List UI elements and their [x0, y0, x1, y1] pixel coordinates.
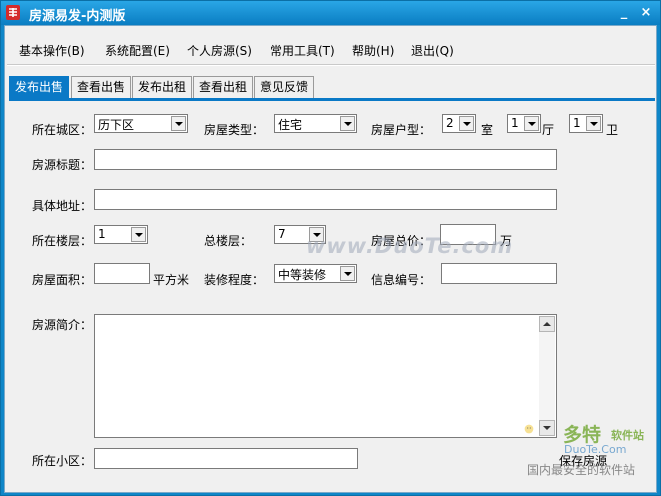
bath-select[interactable]: 1 — [569, 114, 603, 133]
tab-underline — [9, 98, 655, 101]
district-label: 所在城区： — [32, 123, 93, 137]
floor-select[interactable]: 1 — [94, 225, 148, 244]
decoration-value: 中等装修 — [278, 268, 327, 282]
menu-exit[interactable]: 退出(Q) — [411, 42, 454, 59]
hall-select[interactable]: 1 — [507, 114, 541, 133]
info-number-label: 信息编号： — [371, 273, 432, 287]
property-type-label: 房屋类型： — [204, 123, 265, 137]
chevron-down-icon[interactable] — [340, 116, 355, 131]
total-floor-label: 总楼层： — [204, 234, 253, 248]
info-number-input[interactable] — [441, 263, 557, 284]
property-type-value: 住宅 — [278, 118, 303, 132]
chevron-down-icon[interactable] — [586, 116, 601, 131]
chevron-down-icon[interactable] — [524, 116, 539, 131]
intro-textarea[interactable] — [94, 314, 557, 438]
room-value: 2 — [446, 116, 454, 130]
hall-value: 1 — [511, 116, 519, 130]
layout-label: 房屋户型： — [371, 123, 432, 137]
tab-view-sale[interactable]: 查看出售 — [71, 76, 131, 98]
duote-watermark: www.DuoTe.com — [306, 234, 514, 258]
area-unit: 平方米 — [153, 273, 190, 287]
address-label: 具体地址： — [32, 199, 93, 213]
menu-system-config[interactable]: 系统配置(E) — [105, 42, 170, 59]
menu-common-tools[interactable]: 常用工具(T) — [270, 42, 335, 59]
menu-basic-ops[interactable]: 基本操作(B) — [19, 42, 85, 59]
title-bar[interactable]: 房源易发-内测版 _ × — [1, 1, 660, 25]
tab-view-rent[interactable]: 查看出租 — [193, 76, 253, 98]
chevron-down-icon[interactable] — [131, 227, 146, 242]
title-label: 房源标题： — [32, 158, 93, 172]
district-value: 历下区 — [98, 118, 135, 132]
duote-brand-sub: 软件站 — [611, 429, 644, 442]
area-label: 房屋面积： — [32, 273, 93, 287]
area-input[interactable] — [94, 263, 150, 284]
decoration-select[interactable]: 中等装修 — [274, 264, 357, 283]
room-unit: 室 — [481, 123, 494, 137]
window-title: 房源易发-内测版 — [29, 9, 126, 24]
menu-help[interactable]: 帮助(H) — [352, 42, 394, 59]
bath-unit: 卫 — [606, 123, 619, 137]
property-type-select[interactable]: 住宅 — [274, 114, 357, 133]
address-input[interactable] — [94, 189, 557, 210]
bath-value: 1 — [573, 116, 581, 130]
community-label: 所在小区： — [32, 454, 93, 468]
scroll-up-icon[interactable] — [539, 316, 555, 332]
room-select[interactable]: 2 — [442, 114, 476, 133]
community-input[interactable] — [94, 448, 358, 469]
intro-label: 房源简介： — [32, 318, 93, 332]
app-window: 房源易发-内测版 _ × 基本操作(B) 系统配置(E) 个人房源(S) 常用工… — [0, 0, 661, 496]
tab-feedback[interactable]: 意见反馈 — [254, 76, 314, 98]
tab-publish-sale[interactable]: 发布出售 — [9, 76, 69, 98]
tab-publish-rent[interactable]: 发布出租 — [132, 76, 192, 98]
duote-logo-icon — [524, 424, 534, 434]
menu-personal-listings[interactable]: 个人房源(S) — [187, 42, 252, 59]
duote-slogan: 国内最安全的软件站 — [527, 463, 636, 477]
app-logo-icon — [6, 5, 20, 20]
menu-divider — [7, 64, 655, 66]
title-input[interactable] — [94, 149, 557, 170]
close-button[interactable]: × — [637, 4, 655, 21]
chevron-down-icon[interactable] — [459, 116, 474, 131]
menu-bar: 基本操作(B) 系统配置(E) 个人房源(S) 常用工具(T) 帮助(H) 退出… — [5, 36, 656, 62]
floor-value: 1 — [98, 227, 106, 241]
decoration-label: 装修程度： — [204, 273, 265, 287]
total-floor-value: 7 — [278, 227, 286, 241]
floor-label: 所在楼层： — [32, 234, 93, 248]
chevron-down-icon[interactable] — [340, 266, 355, 281]
hall-unit: 厅 — [542, 123, 555, 137]
district-select[interactable]: 历下区 — [94, 114, 188, 133]
chevron-down-icon[interactable] — [171, 116, 186, 131]
duote-url: DuoTe.Com — [564, 443, 627, 456]
minimize-button[interactable]: _ — [615, 4, 633, 21]
